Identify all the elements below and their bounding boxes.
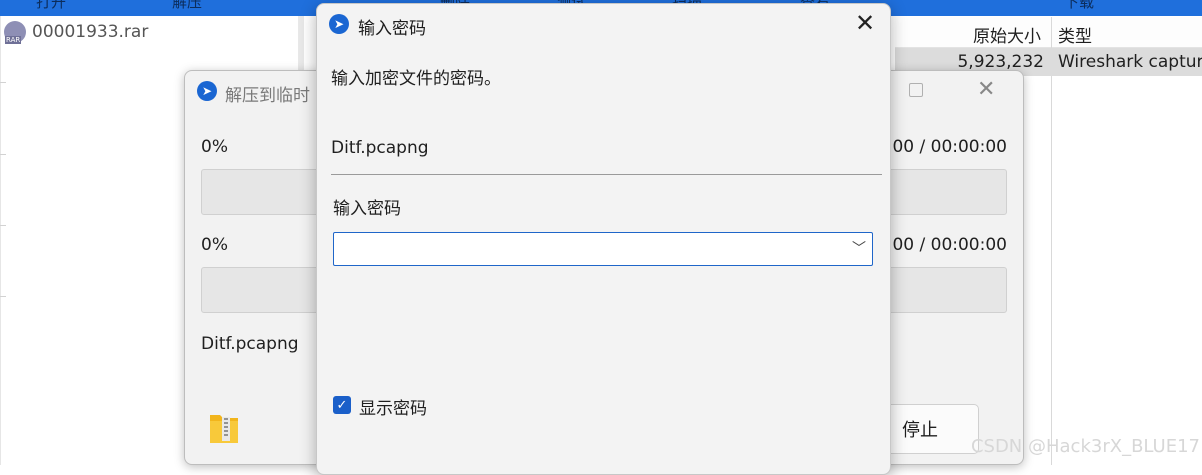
watermark: CSDN @Hack3rX_BLUE17 xyxy=(970,436,1200,457)
tree-tick xyxy=(0,82,6,83)
panel-divider xyxy=(0,16,1,465)
dialog-title: 输入密码 xyxy=(358,19,426,39)
toolbar-label[interactable]: 打开 xyxy=(36,0,66,12)
progress-percent: 0% xyxy=(201,137,228,157)
password-label: 输入密码 xyxy=(333,199,401,219)
toolbar-label[interactable]: 解压 xyxy=(172,0,202,12)
archive-file-name: 00001933.rar xyxy=(32,22,149,42)
tree-tick xyxy=(0,296,6,297)
password-dialog: ➤ 输入密码 ✕ 输入加密文件的密码。 Ditf.pcapng 输入密码 ﹀ ✓… xyxy=(316,3,891,475)
column-type[interactable]: 类型 xyxy=(1058,22,1092,47)
zip-folder-icon xyxy=(210,415,238,443)
app-logo-icon: ➤ xyxy=(197,81,217,101)
toolbar-label[interactable]: 下载 xyxy=(1064,0,1094,12)
tree-tick xyxy=(0,154,6,155)
chevron-down-icon[interactable]: ﹀ xyxy=(852,238,866,258)
show-password-label[interactable]: 显示密码 xyxy=(359,394,427,419)
progress-percent: 0% xyxy=(201,235,228,255)
row-size: 5,923,232 xyxy=(957,52,1044,72)
maximize-icon[interactable] xyxy=(909,83,923,97)
column-divider[interactable] xyxy=(1051,17,1052,465)
archive-tree-item[interactable]: 00001933.rar xyxy=(4,20,148,44)
dialog-prompt: 输入加密文件的密码。 xyxy=(331,69,501,89)
close-icon[interactable]: ✕ xyxy=(977,77,995,102)
column-size[interactable]: 原始大小 xyxy=(973,22,1041,47)
close-icon[interactable]: ✕ xyxy=(855,9,875,37)
show-password-checkbox[interactable]: ✓ xyxy=(333,396,351,414)
app-logo-icon: ➤ xyxy=(329,14,349,34)
list-header: 原始大小 类型 xyxy=(895,17,1202,48)
row-type: Wireshark captur xyxy=(1058,52,1202,72)
password-input[interactable]: ﹀ xyxy=(333,232,873,266)
rar-file-icon xyxy=(4,21,26,44)
extract-window-title: 解压到临时 xyxy=(225,86,310,106)
current-file-name: Ditf.pcapng xyxy=(201,334,299,354)
encrypted-file-name: Ditf.pcapng xyxy=(331,138,429,158)
tree-tick xyxy=(0,225,6,226)
divider xyxy=(331,174,882,175)
